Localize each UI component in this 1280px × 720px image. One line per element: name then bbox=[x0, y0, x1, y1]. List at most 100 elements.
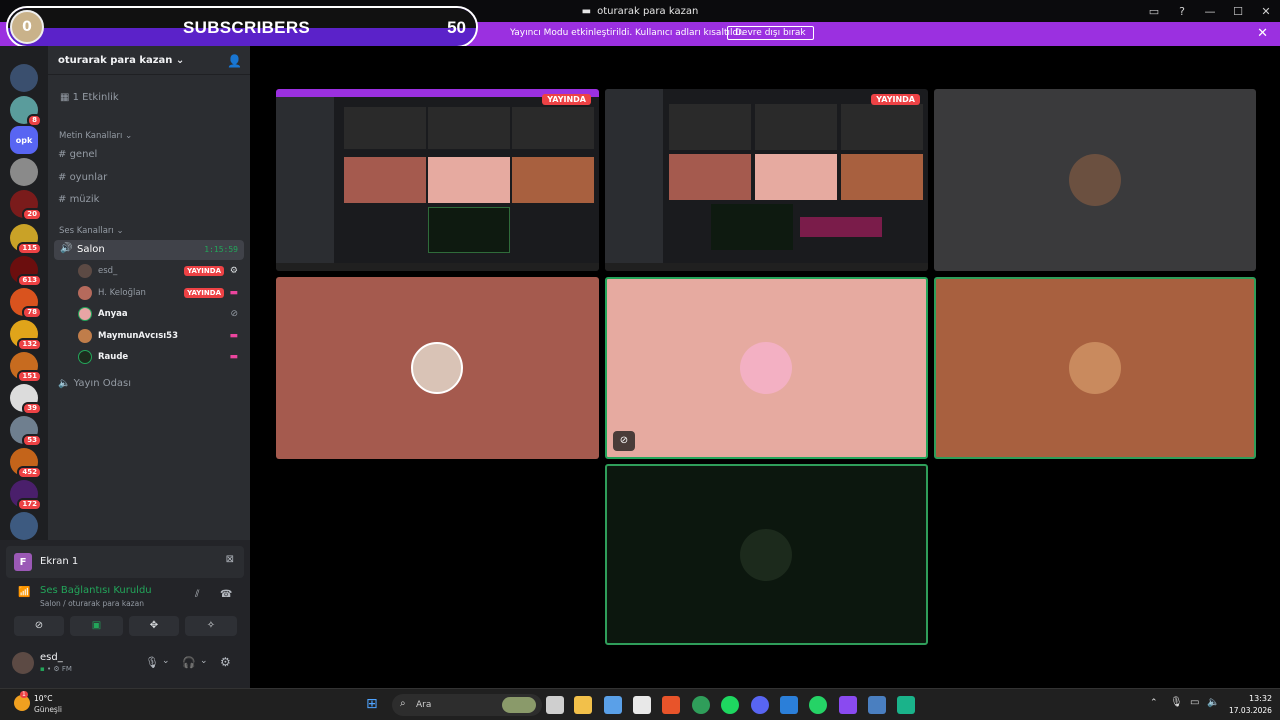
channel-sidebar: oturarak para kazan ⌄ 👤 ▦ 1 Etkinlik Met… bbox=[48, 46, 250, 540]
clock-date[interactable]: 17.03.2026 bbox=[1229, 706, 1272, 715]
server-icon[interactable]: 39 bbox=[10, 384, 42, 415]
activity-icon: ▬ bbox=[229, 352, 238, 362]
voice-location: Salon / oturarak para kazan bbox=[40, 599, 144, 608]
microphone-icon[interactable]: 🎙 bbox=[145, 656, 159, 669]
server-icon[interactable]: 132 bbox=[10, 320, 42, 351]
voice-user[interactable]: Raude ▬ bbox=[78, 348, 242, 366]
activity-icon: ▬ bbox=[229, 331, 238, 341]
category-text-channels[interactable]: Metin Kanalları ⌄ bbox=[59, 131, 132, 141]
close-button[interactable]: ✕ bbox=[1252, 0, 1280, 22]
server-icon[interactable]: 613 bbox=[10, 256, 42, 287]
avatar bbox=[78, 329, 92, 343]
live-badge: YAYINDA bbox=[184, 288, 224, 298]
server-icon[interactable]: 53 bbox=[10, 416, 42, 447]
chrome-icon[interactable] bbox=[692, 696, 710, 714]
deafen-icon: ⊘ bbox=[613, 431, 635, 451]
server-icon[interactable]: 20 bbox=[10, 190, 42, 221]
search-box[interactable]: ⌕ Ara bbox=[392, 694, 542, 716]
headphones-icon[interactable]: 🎧 bbox=[182, 656, 196, 669]
microphone-icon[interactable]: 🎙 bbox=[1170, 697, 1183, 708]
window-title: oturarak para kazan bbox=[597, 5, 699, 17]
participant-tile[interactable] bbox=[605, 464, 928, 645]
start-icon[interactable]: ⊞ bbox=[366, 696, 378, 712]
events-item[interactable]: ▦ 1 Etkinlik bbox=[60, 92, 119, 103]
server-icon[interactable] bbox=[10, 158, 38, 186]
chevron-down-icon[interactable]: ⌄ bbox=[162, 656, 170, 666]
category-voice-channels[interactable]: Ses Kanalları ⌄ bbox=[59, 226, 124, 236]
server-icon[interactable]: 115 bbox=[10, 224, 42, 255]
app-icon[interactable] bbox=[780, 696, 798, 714]
help-icon[interactable]: ? bbox=[1168, 0, 1196, 22]
camera-off-button[interactable]: ⊘ bbox=[14, 616, 64, 636]
activities-button[interactable]: ✥ bbox=[129, 616, 179, 636]
whatsapp-icon[interactable] bbox=[809, 696, 827, 714]
voice-user[interactable]: H. Keloğlan YAYINDA ▬ bbox=[78, 284, 242, 302]
spotify-icon[interactable] bbox=[721, 696, 739, 714]
store-icon[interactable] bbox=[633, 696, 651, 714]
participant-tile[interactable] bbox=[934, 89, 1256, 271]
clock-time[interactable]: 13:32 bbox=[1249, 694, 1272, 703]
server-icon[interactable]: 452 bbox=[10, 448, 42, 479]
subscriber-count-current: 0 bbox=[10, 10, 44, 44]
search-icon: ⌕ bbox=[400, 698, 406, 709]
live-badge: YAYINDA bbox=[542, 94, 591, 105]
minimize-button[interactable]: — bbox=[1196, 0, 1224, 22]
voice-status[interactable]: Ses Bağlantısı Kuruldu bbox=[40, 585, 152, 596]
chevron-down-icon[interactable]: ⌄ bbox=[200, 656, 208, 666]
user-avatar[interactable] bbox=[12, 652, 34, 674]
voice-user[interactable]: MaymunAvcısı53 ▬ bbox=[78, 327, 242, 345]
task-view-icon[interactable] bbox=[546, 696, 564, 714]
visual-studio-icon[interactable] bbox=[839, 696, 857, 714]
stream-tile[interactable]: YAYINDA bbox=[605, 89, 928, 271]
taskbar: 1 10°C Güneşli ⊞ ⌕ Ara ⌃ 🎙 ▭ 🔈 13:32 17.… bbox=[0, 688, 1280, 720]
banner-message: Yayıncı Modu etkinleştirildi. Kullanıcı … bbox=[510, 28, 744, 38]
inbox-icon[interactable]: ▭ bbox=[1140, 0, 1168, 22]
avatar bbox=[78, 307, 92, 321]
brave-icon[interactable] bbox=[662, 696, 680, 714]
server-icon[interactable] bbox=[10, 512, 38, 540]
noise-suppression-icon[interactable]: ⫽ bbox=[195, 589, 199, 600]
chevron-up-icon[interactable]: ⌃ bbox=[1150, 698, 1158, 708]
app-icon[interactable] bbox=[868, 696, 886, 714]
server-icon-opk[interactable]: opk bbox=[10, 126, 38, 154]
soundboard-button[interactable]: ✧ bbox=[185, 616, 237, 636]
disconnect-icon[interactable]: ☎ bbox=[220, 589, 232, 600]
server-name[interactable]: oturarak para kazan ⌄ bbox=[58, 55, 184, 66]
discord-icon[interactable] bbox=[751, 696, 769, 714]
server-icon[interactable]: 78 bbox=[10, 288, 42, 319]
voice-user[interactable]: esd_ YAYINDA ⚙ bbox=[78, 262, 242, 280]
screen-share-button[interactable]: ▣ bbox=[70, 616, 123, 636]
stream-tile[interactable]: YAYINDA bbox=[276, 89, 599, 271]
participant-tile[interactable]: ⊘ bbox=[605, 277, 928, 459]
add-member-icon[interactable]: 👤 bbox=[227, 54, 242, 68]
voice-channel-name: Salon bbox=[77, 244, 105, 255]
server-icon[interactable]: 172 bbox=[10, 480, 42, 511]
volume-icon[interactable]: 🔈 bbox=[1207, 697, 1219, 708]
server-icon[interactable]: 151 bbox=[10, 352, 42, 383]
disable-streamer-mode-button[interactable]: Devre dışı bırak bbox=[727, 26, 814, 40]
file-explorer-icon[interactable] bbox=[574, 696, 592, 714]
user-name[interactable]: esd_ bbox=[40, 652, 63, 663]
maximize-button[interactable]: ☐ bbox=[1224, 0, 1252, 22]
channel-muzik[interactable]: # müzik bbox=[58, 194, 99, 205]
settings-icon[interactable]: ⚙ bbox=[220, 655, 231, 669]
voice-timer: 1:15:59 bbox=[204, 245, 238, 254]
stage-channel[interactable]: 🔈 Yayın Odası bbox=[58, 378, 131, 389]
stop-share-icon[interactable]: ⊠ bbox=[226, 554, 234, 565]
copilot-icon[interactable] bbox=[604, 696, 622, 714]
participant-tile[interactable] bbox=[276, 277, 599, 459]
voice-channel-salon[interactable]: 🔊 Salon 1:15:59 bbox=[54, 240, 244, 260]
server-icon[interactable] bbox=[10, 64, 38, 92]
server-icon[interactable]: 8 bbox=[10, 96, 42, 127]
network-icon[interactable]: ▭ bbox=[1190, 697, 1199, 708]
close-icon[interactable]: ✕ bbox=[1257, 26, 1268, 41]
subscriber-goal: 50 bbox=[447, 18, 466, 37]
activity-icon: ▬ bbox=[229, 288, 238, 298]
channel-oyunlar[interactable]: # oyunlar bbox=[58, 172, 107, 183]
obs-icon[interactable] bbox=[897, 696, 915, 714]
screen-share-card: F Ekran 1 ⊠ bbox=[6, 546, 244, 578]
voice-user[interactable]: Anyaa ⊘ bbox=[78, 305, 242, 323]
participant-tile[interactable] bbox=[934, 277, 1256, 459]
avatar bbox=[411, 342, 463, 394]
channel-genel[interactable]: # genel bbox=[58, 149, 97, 160]
